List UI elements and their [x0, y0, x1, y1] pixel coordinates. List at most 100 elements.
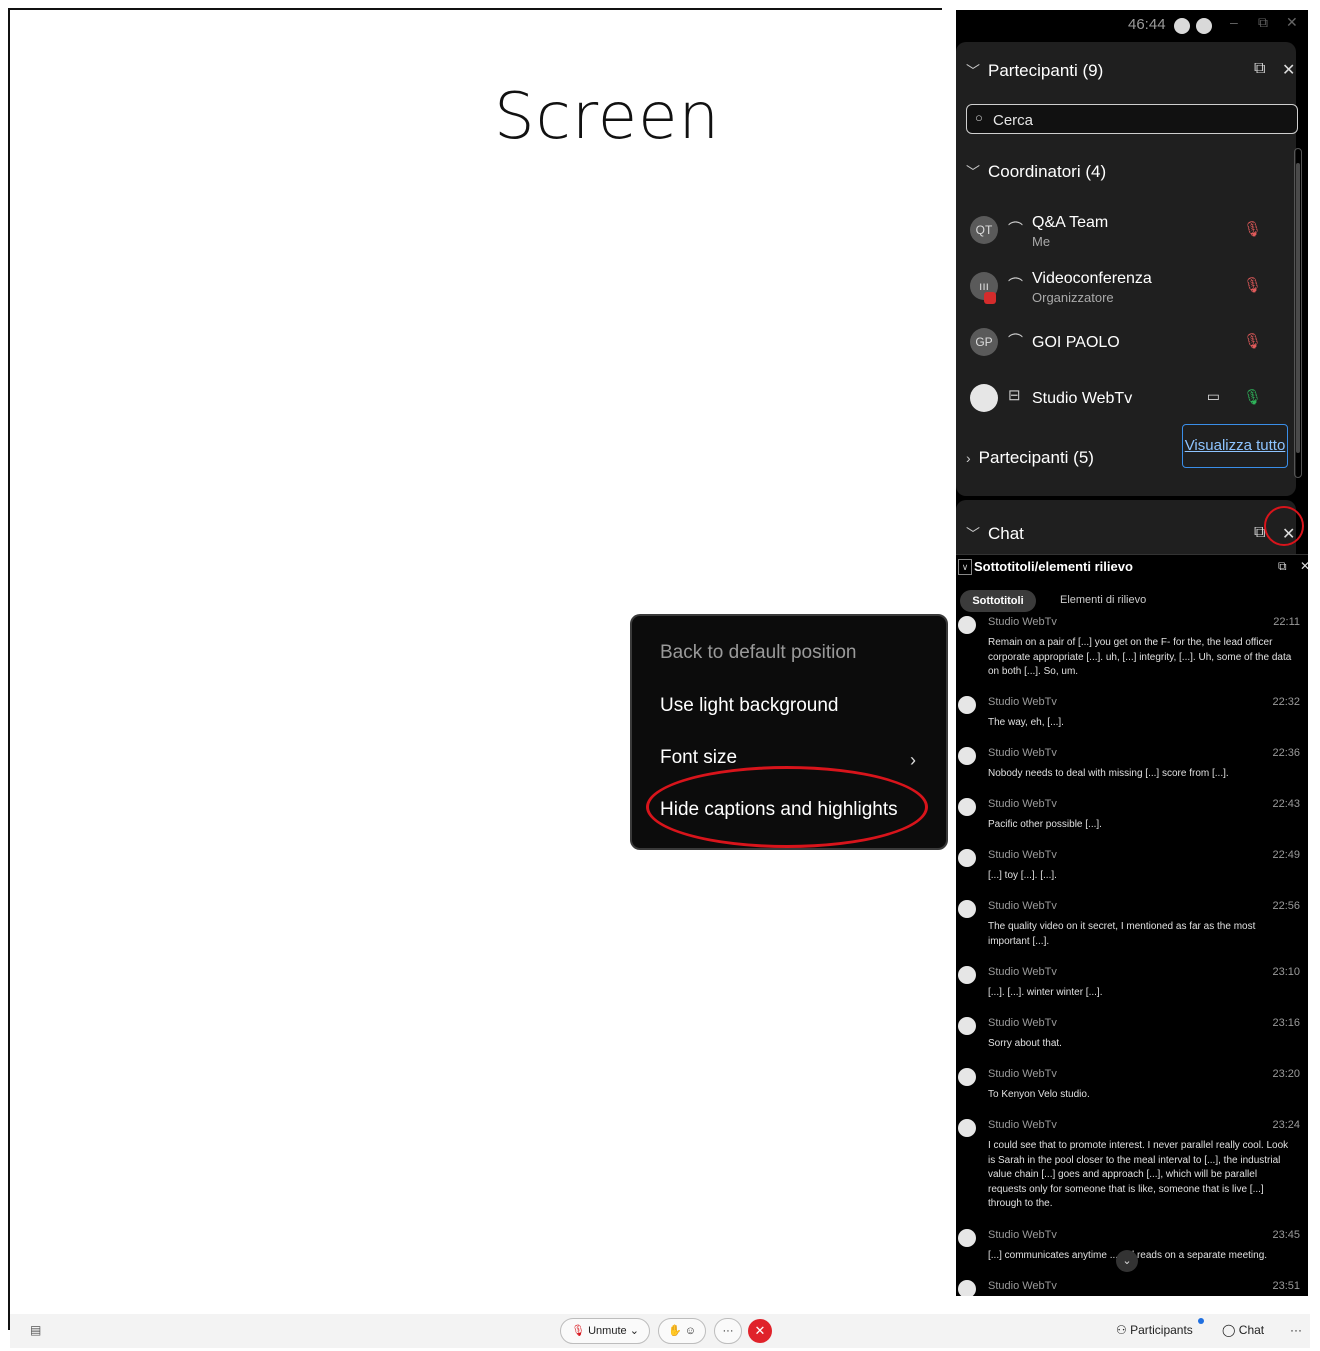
view-all-button[interactable]: Visualizza tutto: [1182, 424, 1288, 468]
avatar: [958, 849, 976, 867]
participant-row[interactable]: QT ⌒ Q&A Team Me 🎙︎: [970, 212, 1290, 252]
participant-row[interactable]: ııı ⌒ Videoconferenza Organizzatore 🎙︎: [970, 268, 1290, 308]
caption-speaker: Studio WebTv: [988, 747, 1057, 759]
participants-group-title: Partecipanti (5): [978, 448, 1094, 467]
unmute-button[interactable]: 🎙︎ Unmute ⌄: [560, 1318, 650, 1344]
caption-text: The way, eh, [...].: [988, 717, 1064, 728]
caption-speaker: Studio WebTv: [988, 966, 1057, 978]
caption-speaker: Studio WebTv: [988, 798, 1057, 810]
menu-item-font-size[interactable]: Font size: [660, 747, 737, 769]
signal-icon: [1196, 18, 1212, 34]
participants-card: ﹀ Partecipanti (9) ⧉ ✕ ○ ﹀ Coordinatori (4…: [956, 42, 1302, 496]
window-titlebar: 46:44 – ⧉ ✕: [956, 10, 1308, 44]
avatar: QT: [970, 216, 998, 244]
caption-text: Nobody needs to deal with missing [...] …: [988, 768, 1229, 779]
close-icon[interactable]: ✕: [1300, 559, 1308, 573]
reactions-button[interactable]: ✋ ☺: [658, 1318, 706, 1344]
close-icon[interactable]: ✕: [1282, 60, 1295, 80]
tab-highlights[interactable]: Elementi di rilievo: [1060, 594, 1146, 606]
scroll-thumb[interactable]: [1296, 163, 1300, 453]
captions-header[interactable]: ∨ Sottotitoli/elementi rilievo ⧉ ✕: [956, 554, 1308, 579]
chevron-down-icon: ﹀: [966, 164, 980, 180]
participant-row[interactable]: ⊟ Studio WebTv ▭ 🎙︎: [970, 380, 1290, 420]
chevron-down-icon: ⌄: [629, 1325, 639, 1337]
tab-captions[interactable]: Sottotitoli: [960, 590, 1036, 612]
avatar: [958, 798, 976, 816]
avatar: [958, 1119, 976, 1137]
chat-card: ﹀ Chat ⧉ ✕: [956, 500, 1296, 554]
caption-text: Sorry about that.: [988, 1038, 1062, 1049]
caption-speaker: Studio WebTv: [988, 1229, 1057, 1241]
caption-text: I could see that to promote interest. I …: [988, 1140, 1289, 1209]
participant-row[interactable]: GP ⌒ GOI PAOLO 🎙︎: [970, 324, 1290, 364]
avatar: [958, 900, 976, 918]
caption-speaker: Studio WebTv: [988, 1017, 1057, 1029]
chat-label: Chat: [1238, 1323, 1265, 1337]
avatar: GP: [970, 328, 998, 356]
caption-speaker: Studio WebTv: [988, 696, 1057, 708]
status-icon: [1174, 18, 1190, 34]
caption-time: 22:36: [1272, 747, 1300, 759]
avatar: [958, 1280, 976, 1296]
close-window-icon[interactable]: ✕: [1286, 14, 1298, 31]
avatar: [958, 747, 976, 765]
search-box[interactable]: ○: [966, 104, 1298, 134]
notification-dot: [1198, 1318, 1204, 1324]
chevron-right-icon: ›: [966, 450, 971, 466]
participants-header[interactable]: ﹀ Partecipanti (9): [966, 61, 1103, 81]
avatar: [958, 1068, 976, 1086]
caption-text: The quality video on it secret, I mentio…: [988, 921, 1256, 947]
mic-muted-icon[interactable]: 🎙︎: [1243, 276, 1262, 294]
caption-text: [...] communicates anytime ... eal reads…: [988, 1250, 1268, 1261]
caption-time: 23:20: [1272, 1068, 1300, 1080]
chevron-down-icon: ∨: [958, 559, 972, 575]
more-options-button[interactable]: ···: [714, 1318, 742, 1344]
scrollbar[interactable]: [1294, 148, 1302, 478]
menu-item-light-background[interactable]: Use light background: [660, 695, 839, 717]
popout-icon[interactable]: ⧉: [1254, 60, 1265, 78]
mic-muted-icon[interactable]: 🎙︎: [1243, 220, 1262, 238]
caption-time: 23:10: [1272, 966, 1300, 978]
chevron-right-icon: ›: [910, 750, 916, 770]
caption-text: [...]. [...]. winter winter [...].: [988, 987, 1103, 998]
caption-time: 23:51: [1272, 1280, 1300, 1292]
caption-time: 23:45: [1272, 1229, 1300, 1241]
caption-time: 23:16: [1272, 1017, 1300, 1029]
caption-time: 22:49: [1272, 849, 1300, 861]
participant-name: Q&A Team: [1032, 214, 1109, 231]
avatar: [958, 1229, 976, 1247]
side-panel: 46:44 – ⧉ ✕ ﹀ Partecipanti (9) ⧉ ✕ ○ ﹀ Coo…: [956, 10, 1308, 1296]
popout-icon[interactable]: ⧉: [1278, 559, 1287, 574]
search-input[interactable]: [991, 108, 1285, 132]
highlight-circle: [646, 766, 928, 848]
camera-icon[interactable]: ▭: [1207, 388, 1220, 405]
caption-time: 22:11: [1273, 616, 1300, 628]
caption-text: Pacific other possible [...].: [988, 819, 1102, 830]
coordinators-group[interactable]: ﹀ Coordinatori (4): [966, 162, 1106, 182]
headset-icon: ⌒: [1008, 333, 1024, 350]
menu-item-back-default[interactable]: Back to default position: [660, 642, 856, 664]
mic-muted-icon[interactable]: 🎙︎: [1243, 332, 1262, 350]
search-icon: ○: [975, 110, 983, 125]
chat-header[interactable]: ﹀ Chat: [966, 524, 1024, 544]
caption-time: 23:24: [1272, 1119, 1300, 1131]
minimize-icon[interactable]: –: [1230, 14, 1238, 30]
restore-icon[interactable]: ⧉: [1258, 14, 1268, 31]
participants-group[interactable]: › Partecipanti (5): [966, 448, 1094, 468]
caption-text: [...] toy [...]. [...].: [988, 870, 1057, 881]
caption-time: 22:56: [1272, 900, 1300, 912]
captions-toggle-icon[interactable]: ▤: [30, 1323, 41, 1337]
end-call-button[interactable]: ✕: [748, 1319, 772, 1343]
participant-role: Me: [1032, 234, 1051, 249]
participants-button[interactable]: ⚇ Participants: [1116, 1323, 1193, 1337]
more-icon[interactable]: ···: [1290, 1323, 1302, 1337]
participant-role: Organizzatore: [1032, 290, 1114, 305]
caption-speaker: Studio WebTv: [988, 1068, 1057, 1080]
chat-button[interactable]: ◯ Chat: [1222, 1323, 1264, 1337]
mic-on-icon[interactable]: 🎙︎: [1243, 388, 1262, 406]
coordinators-title: Coordinatori (4): [988, 162, 1107, 181]
participants-label: Participants: [1130, 1323, 1193, 1337]
avatar: [958, 616, 976, 634]
scroll-down-icon[interactable]: ⌄: [1116, 1250, 1138, 1272]
avatar: [958, 696, 976, 714]
